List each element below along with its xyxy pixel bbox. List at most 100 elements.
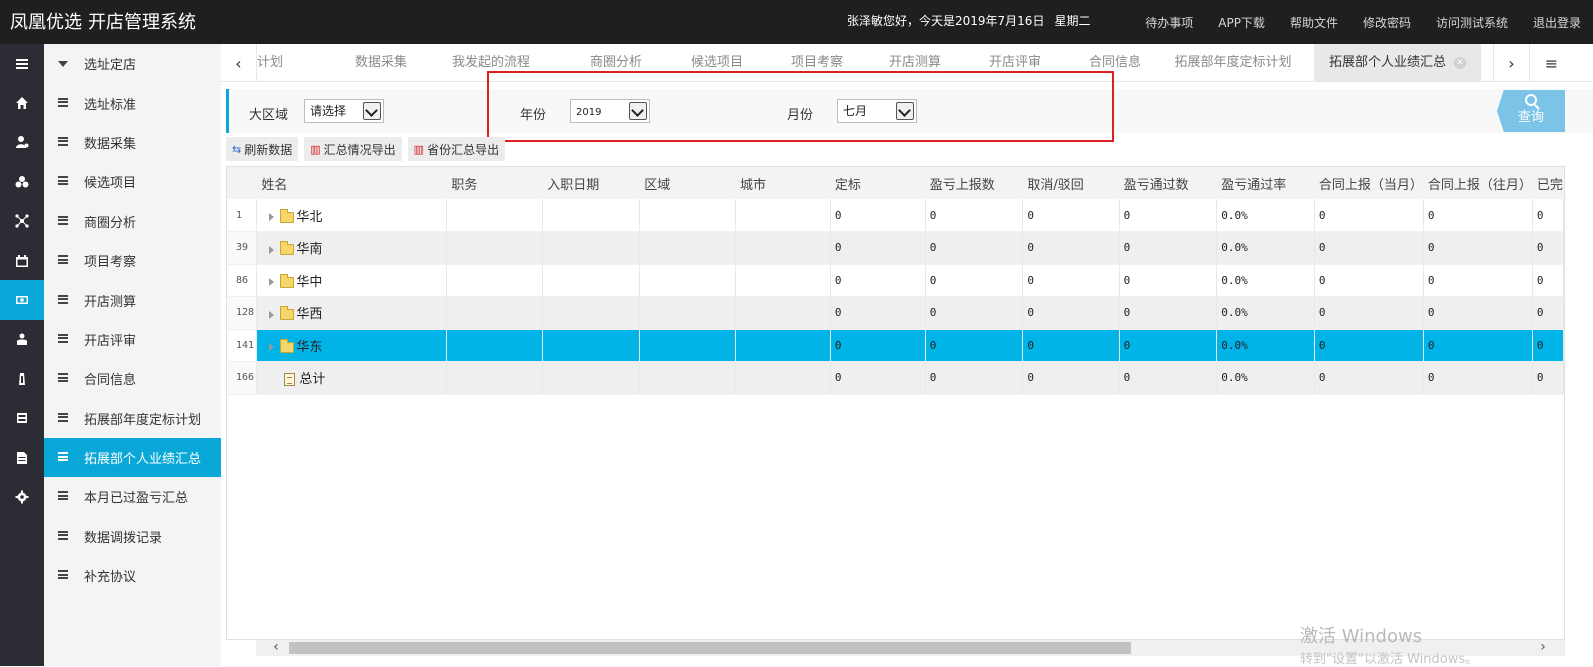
export-province-button[interactable]: ▥ 省份汇总导出 [407,137,506,161]
table-row[interactable]: 86 华中 0 0 0 0 0.0% 0 0 0 [227,264,1564,297]
brand-name: 凤凰优选 [10,12,82,33]
tab-scroll-right-icon[interactable]: › [1493,44,1529,82]
sidebar-item-supplementary-agreement[interactable]: 补充协议 [44,556,221,595]
sidebar-item-site-standard[interactable]: 选址标准 [44,83,221,122]
table-cell: 0 [1423,296,1533,330]
sidebar-item-project-inspection[interactable]: 项目考察 [44,241,221,280]
scroll-left-icon[interactable]: ‹ [268,640,284,656]
table-cell [639,199,737,232]
sidebar-item-annual-plan[interactable]: 拓展部年度定标计划 [44,399,221,438]
chevron-down-icon[interactable] [363,102,381,120]
column-header[interactable]: 盈亏上报数 [925,167,1024,199]
name-cell[interactable]: 华南 [256,231,448,265]
network-icon[interactable] [0,202,44,241]
change-password-link[interactable]: 修改密码 [1363,14,1411,31]
scroll-thumb[interactable] [289,642,1131,654]
table-cell: 0 [1532,231,1564,265]
calendar-icon[interactable] [0,241,44,280]
name-cell[interactable]: 华东 [256,329,448,362]
column-header[interactable]: 盈亏通过率 [1216,167,1315,199]
expand-icon[interactable] [269,278,275,287]
export-summary-label: 汇总情况导出 [323,142,396,157]
tab-scroll-left-icon[interactable]: ‹ [221,44,257,82]
user-icon[interactable] [0,123,44,162]
sidebar-item-opening-review[interactable]: 开店评审 [44,320,221,359]
table-row[interactable]: 166 总计 0 0 0 0 0.0% 0 0 0 [227,361,1564,395]
money-icon[interactable] [0,280,44,320]
column-header[interactable]: 已完 [1532,167,1564,199]
print-icon[interactable] [0,399,44,438]
column-header[interactable]: 定标 [830,167,926,199]
expand-icon[interactable] [269,213,275,221]
column-header[interactable]: 入职日期 [542,167,641,199]
export-summary-button[interactable]: ▥ 汇总情况导出 [304,137,402,161]
expand-icon[interactable] [269,343,275,352]
sidebar-item-opening-estimate[interactable]: 开店测算 [44,280,221,319]
table-row[interactable]: 1 华北 0 0 0 0 0.0% 0 0 0 [227,199,1564,232]
sidebar-item-data-collection[interactable]: 数据采集 [44,123,221,162]
close-icon[interactable]: ✕ [1454,56,1466,69]
test-system-link[interactable]: 访问测试系统 [1436,14,1508,31]
column-header[interactable]: 姓名 [256,167,448,199]
todo-link[interactable]: 待办事项 [1145,14,1193,31]
sidebar-item-label: 开店评审 [84,333,137,349]
tab-plan[interactable]: 计划 [257,44,303,82]
tab-annual-plan[interactable]: 拓展部年度定标计划 [1163,44,1303,82]
app-download-link[interactable]: APP下载 [1218,14,1265,31]
logout-link[interactable]: 退出登录 [1533,14,1581,31]
sidebar-item-data-transfer-log[interactable]: 数据调拨记录 [44,517,221,556]
name-cell[interactable]: 华北 [256,199,448,232]
table-cell: 0 [830,264,926,297]
cluster-icon[interactable] [0,162,44,201]
caret-down-icon [58,56,70,71]
row-number: 1 [227,199,258,232]
table-cell: 0.0% [1216,264,1315,297]
sidebar-group-site-selection[interactable]: 选址定店 [44,44,221,83]
query-button[interactable]: 查询 [1497,90,1565,132]
table-row[interactable]: 128 华西 0 0 0 0 0.0% 0 0 0 [227,296,1564,330]
sidebar-item-candidate-projects[interactable]: 候选项目 [44,162,221,201]
tab-menu-icon[interactable]: ≡ [1529,44,1573,82]
sidebar-item-trade-area-analysis[interactable]: 商圈分析 [44,202,221,241]
sidebar-item-contract-info[interactable]: 合同信息 [44,359,221,398]
help-link[interactable]: 帮助文件 [1290,14,1338,31]
name-cell[interactable]: 华西 [256,296,448,330]
expand-icon[interactable] [269,310,275,319]
sidebar-item-label: 项目考察 [84,255,137,271]
table-cell: 0 [830,199,926,232]
menu-icon[interactable] [0,44,44,83]
export-province-label: 省份汇总导出 [427,142,500,157]
sidebar-item-personal-performance[interactable]: 拓展部个人业绩汇总 [44,437,221,478]
bar-chart-icon: ▥ [310,142,321,156]
name-cell[interactable]: 总计 [256,361,448,395]
table-cell: 0 [1314,296,1424,330]
table-cell [639,329,737,362]
tab-data-collection[interactable]: 数据采集 [335,44,427,82]
tower-icon[interactable] [0,359,44,398]
report-icon[interactable] [0,438,44,477]
expand-icon[interactable] [269,245,275,254]
bar-chart-icon: ▥ [413,142,425,156]
column-header[interactable]: 职务 [446,167,544,199]
table-cell: 0 [1022,264,1120,297]
scroll-right-icon[interactable]: › [1535,640,1551,656]
name-cell[interactable]: 华中 [256,264,448,297]
table-row[interactable]: 141 华东 0 0 0 0 0.0% 0 0 0 [227,329,1564,362]
column-header[interactable]: 合同上报（当月） [1314,167,1424,199]
gear-icon[interactable] [0,477,44,516]
home-icon[interactable] [0,83,44,122]
region-select[interactable]: 请选择 [304,99,384,123]
refresh-button[interactable]: ⇆ 刷新数据 [226,137,299,161]
column-header[interactable]: 取消/驳回 [1022,167,1120,199]
tab-personal-performance[interactable]: 拓展部个人业绩汇总 ✕ [1314,44,1481,82]
sidebar-item-label: 商圈分析 [84,215,137,231]
sidebar-item-monthly-profit-summary[interactable]: 本月已过盈亏汇总 [44,477,221,516]
table-cell: 0 [830,329,926,362]
column-header[interactable]: 城市 [735,167,831,199]
column-header[interactable]: 盈亏通过数 [1119,167,1218,199]
column-header[interactable]: 区域 [639,167,737,199]
table-row[interactable]: 39 华南 0 0 0 0 0.0% 0 0 0 [227,231,1564,265]
person-icon[interactable] [0,320,44,359]
column-header[interactable]: 合同上报（往月） [1423,167,1533,199]
name-label: 总计 [299,372,326,388]
